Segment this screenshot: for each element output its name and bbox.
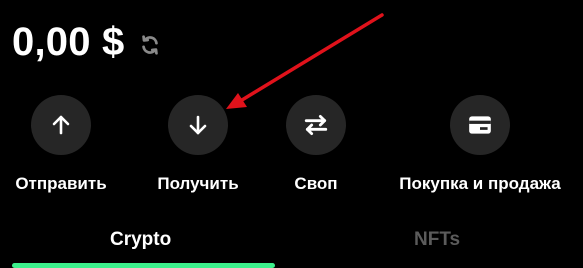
balance-row: 0,00 $ xyxy=(12,14,162,70)
swap-icon xyxy=(304,114,328,136)
buy-sell-label: Покупка и продажа xyxy=(399,174,561,193)
send-button[interactable]: Отправить xyxy=(0,95,136,194)
card-icon xyxy=(469,116,491,134)
balance-amount: 0,00 $ xyxy=(12,20,125,64)
active-tab-indicator xyxy=(12,263,275,268)
send-label: Отправить xyxy=(15,174,107,193)
swap-label: Своп xyxy=(294,174,338,193)
arrow-up-icon xyxy=(52,115,70,135)
receive-circle[interactable] xyxy=(168,95,228,155)
buy-sell-circle[interactable] xyxy=(450,95,510,155)
arrow-down-icon xyxy=(189,115,207,135)
refresh-icon[interactable] xyxy=(138,33,162,57)
swap-button[interactable]: Своп xyxy=(241,95,391,194)
tab-crypto[interactable]: Crypto xyxy=(110,229,171,251)
tab-nfts[interactable]: NFTs xyxy=(414,229,460,251)
send-circle[interactable] xyxy=(31,95,91,155)
swap-circle[interactable] xyxy=(286,95,346,155)
receive-label: Получить xyxy=(157,174,239,193)
buy-sell-button[interactable]: Покупка и продажа xyxy=(399,95,561,194)
